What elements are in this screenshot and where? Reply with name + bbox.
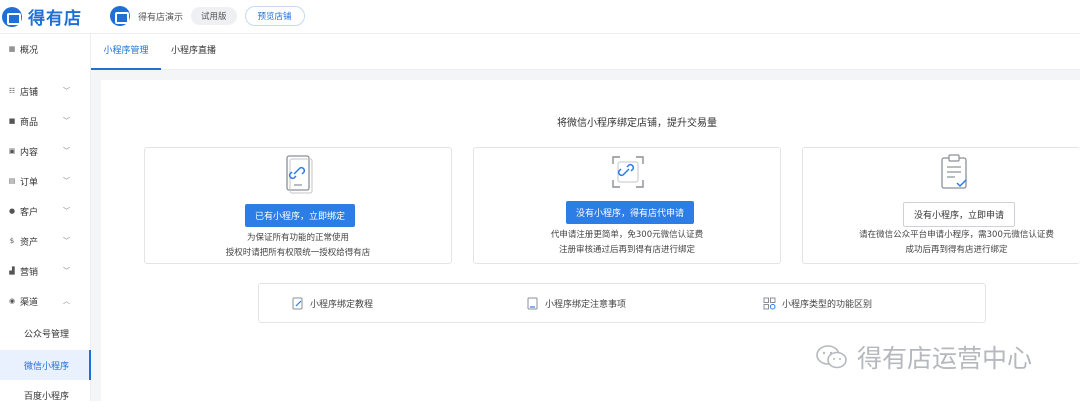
help-link-label: 小程序绑定教程 bbox=[310, 300, 374, 310]
chevron-down-icon: ﹀ bbox=[63, 237, 70, 245]
tab-miniprogram-management[interactable]: 小程序管理 bbox=[91, 34, 161, 70]
marketing-icon: ▟ bbox=[9, 267, 15, 275]
logo-icon bbox=[2, 6, 22, 27]
sidebar-subitem-wechat-miniprogram[interactable]: 微信小程序 bbox=[0, 350, 91, 380]
sidebar-item-marketing[interactable]: ▟ 营销 ﹀ bbox=[0, 258, 91, 284]
chevron-down-icon: ﹀ bbox=[63, 207, 70, 215]
sidebar-item-customers[interactable]: ● 客户 ﹀ bbox=[0, 198, 91, 224]
help-link-label: 小程序类型的功能区别 bbox=[782, 300, 873, 310]
link-phone-icon bbox=[286, 155, 313, 194]
page-title: 将微信小程序绑定店铺，提升交易量 bbox=[557, 118, 717, 129]
chevron-up-icon: ︿ bbox=[63, 297, 70, 305]
sidebar: ▦ 概况 ☷ 店铺 ﹀ ■ 商品 ﹀ ▣ 内容 ﹀ ▤ 订单 ﹀ ● 客户 ﹀ … bbox=[0, 34, 91, 402]
card-desc-line: 授权时请把所有权限统一授权给得有店 bbox=[225, 248, 371, 258]
chevron-down-icon: ﹀ bbox=[63, 147, 70, 155]
sidebar-subitem-official-account[interactable]: 公众号管理 bbox=[0, 320, 91, 346]
content-icon: ▣ bbox=[8, 147, 16, 155]
chevron-down-icon: ﹀ bbox=[63, 87, 70, 95]
doc-icon bbox=[527, 297, 538, 310]
sidebar-item-overview[interactable]: ▦ 概况 bbox=[0, 36, 91, 62]
sidebar-item-label: 客户 bbox=[20, 207, 39, 218]
edit-doc-icon bbox=[292, 297, 303, 310]
sidebar-item-label: 资产 bbox=[20, 237, 39, 248]
tab-miniprogram-live[interactable]: 小程序直播 bbox=[171, 34, 216, 70]
sidebar-item-goods[interactable]: ■ 商品 ﹀ bbox=[0, 108, 91, 134]
chevron-down-icon: ﹀ bbox=[63, 267, 70, 275]
goods-icon: ■ bbox=[8, 117, 16, 125]
card-desc-line: 请在微信公众平台申请小程序，需300元微信认证费 bbox=[859, 230, 1054, 240]
sidebar-item-channels[interactable]: ◉ 渠道 ︿ bbox=[0, 288, 91, 314]
sidebar-item-store[interactable]: ☷ 店铺 ﹀ bbox=[0, 78, 91, 104]
preview-store-button[interactable]: 预览店铺 bbox=[244, 6, 305, 26]
sidebar-item-label: 渠道 bbox=[20, 297, 39, 308]
channel-icon: ◉ bbox=[8, 297, 16, 305]
store-switcher: 得有店演示 试用版 预览店铺 bbox=[110, 6, 305, 26]
card-desc-line: 为保证所有功能的正常使用 bbox=[246, 233, 349, 243]
sidebar-item-content[interactable]: ▣ 内容 ﹀ bbox=[0, 138, 91, 164]
store-avatar-icon bbox=[110, 6, 130, 26]
asset-icon: $ bbox=[9, 237, 15, 245]
brand-logo[interactable]: 得有店 bbox=[2, 4, 82, 29]
sidebar-item-label: 订单 bbox=[20, 177, 39, 188]
card-desc-line: 注册审核通过后再到得有店进行绑定 bbox=[558, 245, 695, 255]
brand-name: 得有店 bbox=[28, 9, 82, 29]
proxy-apply-card: 没有小程序，得有店代申请 代申请注册更简单，免300元微信认证费 注册审核通过后… bbox=[473, 147, 781, 264]
chevron-down-icon: ﹀ bbox=[63, 177, 70, 185]
help-link-type-differences[interactable]: 小程序类型的功能区别 bbox=[763, 297, 872, 310]
help-link-notes[interactable]: 小程序绑定注意事项 bbox=[527, 297, 626, 310]
sidebar-item-label: 内容 bbox=[20, 147, 39, 158]
self-apply-card: 没有小程序，立即申请 请在微信公众平台申请小程序，需300元微信认证费 成功后再… bbox=[802, 147, 1080, 264]
watermark: 得有店运营中心 bbox=[815, 339, 1032, 375]
apps-icon bbox=[763, 297, 776, 310]
top-bar: 得有店 得有店演示 试用版 预览店铺 bbox=[0, 0, 1080, 34]
apply-now-button[interactable]: 没有小程序，立即申请 bbox=[903, 202, 1016, 227]
sidebar-item-label: 营销 bbox=[20, 267, 39, 278]
sidebar-item-label: 概况 bbox=[20, 45, 39, 56]
help-link-tutorial[interactable]: 小程序绑定教程 bbox=[292, 297, 373, 310]
grid-icon: ▦ bbox=[8, 45, 16, 53]
scan-link-icon bbox=[612, 156, 644, 188]
chevron-down-icon: ﹀ bbox=[63, 117, 70, 125]
bind-existing-card: 已有小程序，立即绑定 为保证所有功能的正常使用 授权时请把所有权限统一授权给得有… bbox=[144, 147, 452, 264]
clipboard-check-icon bbox=[941, 154, 967, 189]
trial-badge: 试用版 bbox=[191, 7, 237, 25]
sidebar-item-orders[interactable]: ▤ 订单 ﹀ bbox=[0, 168, 91, 194]
tab-bar: 小程序管理 小程序直播 bbox=[91, 34, 1080, 70]
help-link-label: 小程序绑定注意事项 bbox=[545, 300, 627, 310]
card-desc-line: 成功后再到得有店进行绑定 bbox=[905, 245, 1008, 255]
store-name[interactable]: 得有店演示 bbox=[138, 10, 183, 23]
bind-now-button[interactable]: 已有小程序，立即绑定 bbox=[245, 204, 356, 227]
proxy-apply-button[interactable]: 没有小程序，得有店代申请 bbox=[566, 201, 695, 224]
sidebar-subitem-baidu-miniprogram[interactable]: 百度小程序 bbox=[0, 382, 91, 408]
sidebar-item-label: 商品 bbox=[20, 117, 39, 128]
watermark-text: 得有店运营中心 bbox=[857, 344, 1033, 373]
card-desc-line: 代申请注册更简单，免300元微信认证费 bbox=[550, 230, 704, 240]
customer-icon: ● bbox=[8, 207, 16, 215]
wechat-icon bbox=[816, 345, 847, 369]
help-links-bar: 小程序绑定教程 小程序绑定注意事项 小程序类型的功能区别 bbox=[258, 283, 986, 323]
order-icon: ▤ bbox=[8, 177, 16, 185]
store-icon: ☷ bbox=[8, 87, 16, 95]
sidebar-item-label: 店铺 bbox=[20, 87, 39, 98]
sidebar-item-assets[interactable]: $ 资产 ﹀ bbox=[0, 228, 91, 254]
